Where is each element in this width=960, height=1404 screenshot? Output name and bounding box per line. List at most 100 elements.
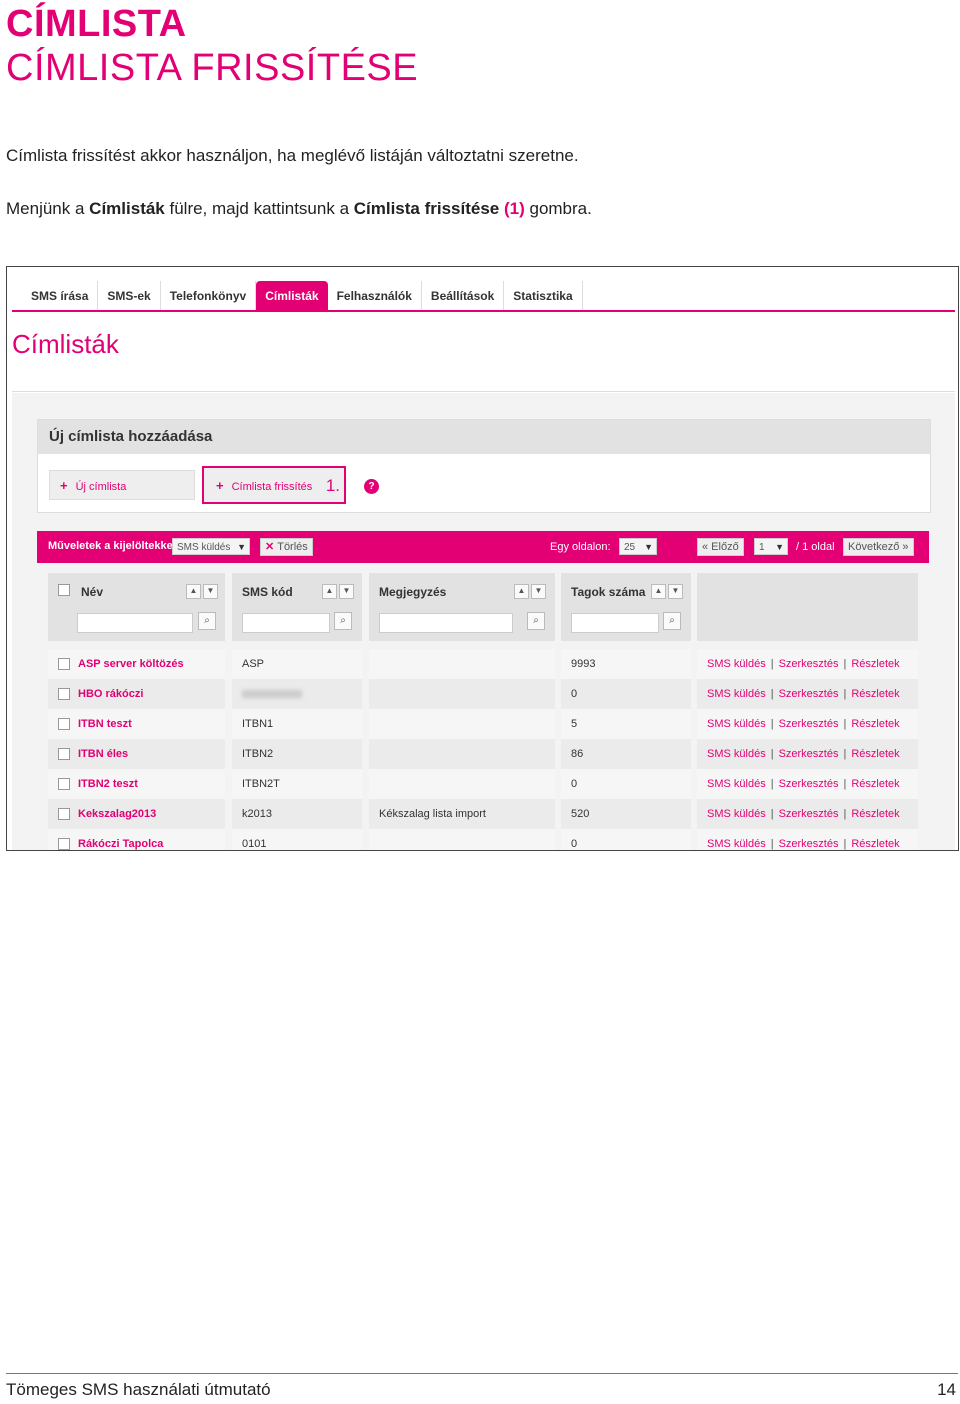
list-name-link[interactable]: Rákóczi Tapolca	[78, 838, 163, 850]
list-name-link[interactable]: ITBN2 teszt	[78, 778, 138, 790]
search-icon[interactable]: ⌕	[663, 612, 681, 630]
send-sms-link[interactable]: SMS küldés	[707, 778, 766, 790]
sort-buttons[interactable]: ▲ ▼	[320, 584, 354, 599]
send-sms-link[interactable]: SMS küldés	[707, 658, 766, 670]
tab-felhasznalok[interactable]: Felhasználók	[328, 281, 422, 311]
search-icon[interactable]: ⌕	[334, 612, 352, 630]
tab-telefonkonyv[interactable]: Telefonkönyv	[161, 281, 257, 311]
details-link[interactable]: Részletek	[851, 748, 899, 760]
row-checkbox[interactable]	[58, 688, 70, 701]
new-list-button[interactable]: + Új címlista	[49, 470, 195, 500]
name-filter-input[interactable]	[77, 613, 193, 633]
details-link[interactable]: Részletek	[851, 658, 899, 670]
details-link[interactable]: Részletek	[851, 778, 899, 790]
send-sms-link[interactable]: SMS küldés	[707, 718, 766, 730]
details-link[interactable]: Részletek	[851, 838, 899, 850]
delete-button[interactable]: ✕ Törlés	[260, 538, 313, 556]
member-count: 520	[571, 808, 590, 820]
member-count: 5	[571, 718, 578, 730]
row-checkbox[interactable]	[58, 748, 70, 761]
next-page-button[interactable]: Következő »	[843, 538, 914, 556]
intro-text: Címlista frissítést akkor használjon, ha…	[6, 146, 579, 165]
operations-label: Műveletek a kijelöltekkel:	[48, 540, 180, 552]
edit-link[interactable]: Szerkesztés	[779, 838, 839, 850]
table-cell: 86	[561, 739, 691, 769]
tab-beallitasok[interactable]: Beállítások	[422, 281, 505, 311]
select-all-checkbox[interactable]	[58, 584, 70, 596]
table-cell: ITBN2 teszt	[48, 769, 225, 799]
edit-link[interactable]: Szerkesztés	[779, 808, 839, 820]
member-count: 9993	[571, 658, 596, 670]
edit-link[interactable]: Szerkesztés	[779, 748, 839, 760]
sort-buttons[interactable]: ▲ ▼	[184, 584, 218, 599]
list-name-link[interactable]: ITBN teszt	[78, 718, 132, 730]
table-cell	[369, 649, 555, 679]
row-checkbox[interactable]	[58, 838, 70, 850]
table-cell	[369, 739, 555, 769]
column-header-name: Név ▲ ▼ ⌕	[48, 573, 225, 641]
search-icon[interactable]: ⌕	[527, 612, 545, 630]
sort-buttons[interactable]: ▲ ▼	[649, 584, 683, 599]
tab-statisztika[interactable]: Statisztika	[504, 281, 583, 311]
sort-down-icon: ▼	[339, 584, 354, 599]
tab-underline	[12, 310, 955, 312]
row-checkbox[interactable]	[58, 808, 70, 821]
plus-icon: +	[216, 478, 224, 493]
action-select[interactable]: SMS küldés ▼	[172, 538, 250, 555]
note-filter-input[interactable]	[379, 613, 513, 633]
table-cell: 0	[561, 769, 691, 799]
help-icon[interactable]: ?	[364, 479, 379, 494]
prev-page-button[interactable]: « Előző	[697, 538, 744, 556]
table-cell: Kékszalag lista import	[369, 799, 555, 829]
edit-link[interactable]: Szerkesztés	[779, 688, 839, 700]
chevron-down-icon: ▼	[237, 542, 246, 552]
details-link[interactable]: Részletek	[851, 808, 899, 820]
table-cell: SMS küldés | Szerkesztés | Részletek	[697, 679, 918, 709]
send-sms-link[interactable]: SMS küldés	[707, 688, 766, 700]
details-link[interactable]: Részletek	[851, 718, 899, 730]
list-name-link[interactable]: Kekszalag2013	[78, 808, 156, 820]
send-sms-link[interactable]: SMS küldés	[707, 808, 766, 820]
app-screenshot: SMS írása SMS-ek Telefonkönyv Címlisták …	[6, 266, 959, 851]
footer-title: Tömeges SMS használati útmutató	[6, 1380, 271, 1399]
send-sms-link[interactable]: SMS küldés	[707, 838, 766, 850]
list-name-link[interactable]: ASP server költözés	[78, 658, 184, 670]
list-name-link[interactable]: HBO rákóczi	[78, 688, 143, 700]
table-cell	[369, 709, 555, 739]
table-cell: ASP server költözés	[48, 649, 225, 679]
sort-up-icon: ▲	[186, 584, 201, 599]
per-page-label: Egy oldalon:	[550, 541, 611, 553]
sort-buttons[interactable]: ▲ ▼	[512, 584, 546, 599]
table-cell: ASP	[232, 649, 362, 679]
page-subtitle: CÍMLISTA FRISSÍTÉSE	[6, 47, 419, 89]
page-select[interactable]: 1 ▼	[754, 538, 788, 555]
details-link[interactable]: Részletek	[851, 688, 899, 700]
table-cell: k2013	[232, 799, 362, 829]
search-icon[interactable]: ⌕	[198, 612, 216, 630]
edit-link[interactable]: Szerkesztés	[779, 718, 839, 730]
table-cell: SMS küldés | Szerkesztés | Részletek	[697, 829, 918, 850]
edit-link[interactable]: Szerkesztés	[779, 778, 839, 790]
list-name-link[interactable]: ITBN éles	[78, 748, 128, 760]
tab-cimlistak[interactable]: Címlisták	[256, 281, 328, 311]
refresh-list-button[interactable]: + Címlista frissítés 1.	[202, 466, 346, 504]
edit-link[interactable]: Szerkesztés	[779, 658, 839, 670]
sort-up-icon: ▲	[514, 584, 529, 599]
code-filter-input[interactable]	[242, 613, 330, 633]
send-sms-link[interactable]: SMS küldés	[707, 748, 766, 760]
row-checkbox[interactable]	[58, 718, 70, 731]
table-cell: 5	[561, 709, 691, 739]
table-row: ITBN éles ITBN2 86 SMS küldés | Szerkesztés | R…	[37, 739, 929, 769]
column-header-actions	[697, 573, 918, 641]
per-page-select[interactable]: 25 ▼	[619, 538, 657, 555]
row-checkbox[interactable]	[58, 778, 70, 791]
column-header-members: Tagok száma ▲ ▼ ⌕	[561, 573, 691, 641]
row-checkbox[interactable]	[58, 658, 70, 671]
page-title: CÍMLISTA	[6, 3, 187, 45]
member-count: 0	[571, 838, 578, 850]
sms-code: k2013	[242, 808, 272, 820]
table-cell: SMS küldés | Szerkesztés | Részletek	[697, 709, 918, 739]
tab-sms-ek[interactable]: SMS-ek	[98, 281, 161, 311]
tab-sms-irasa[interactable]: SMS írása	[22, 281, 99, 311]
members-filter-input[interactable]	[571, 613, 659, 633]
